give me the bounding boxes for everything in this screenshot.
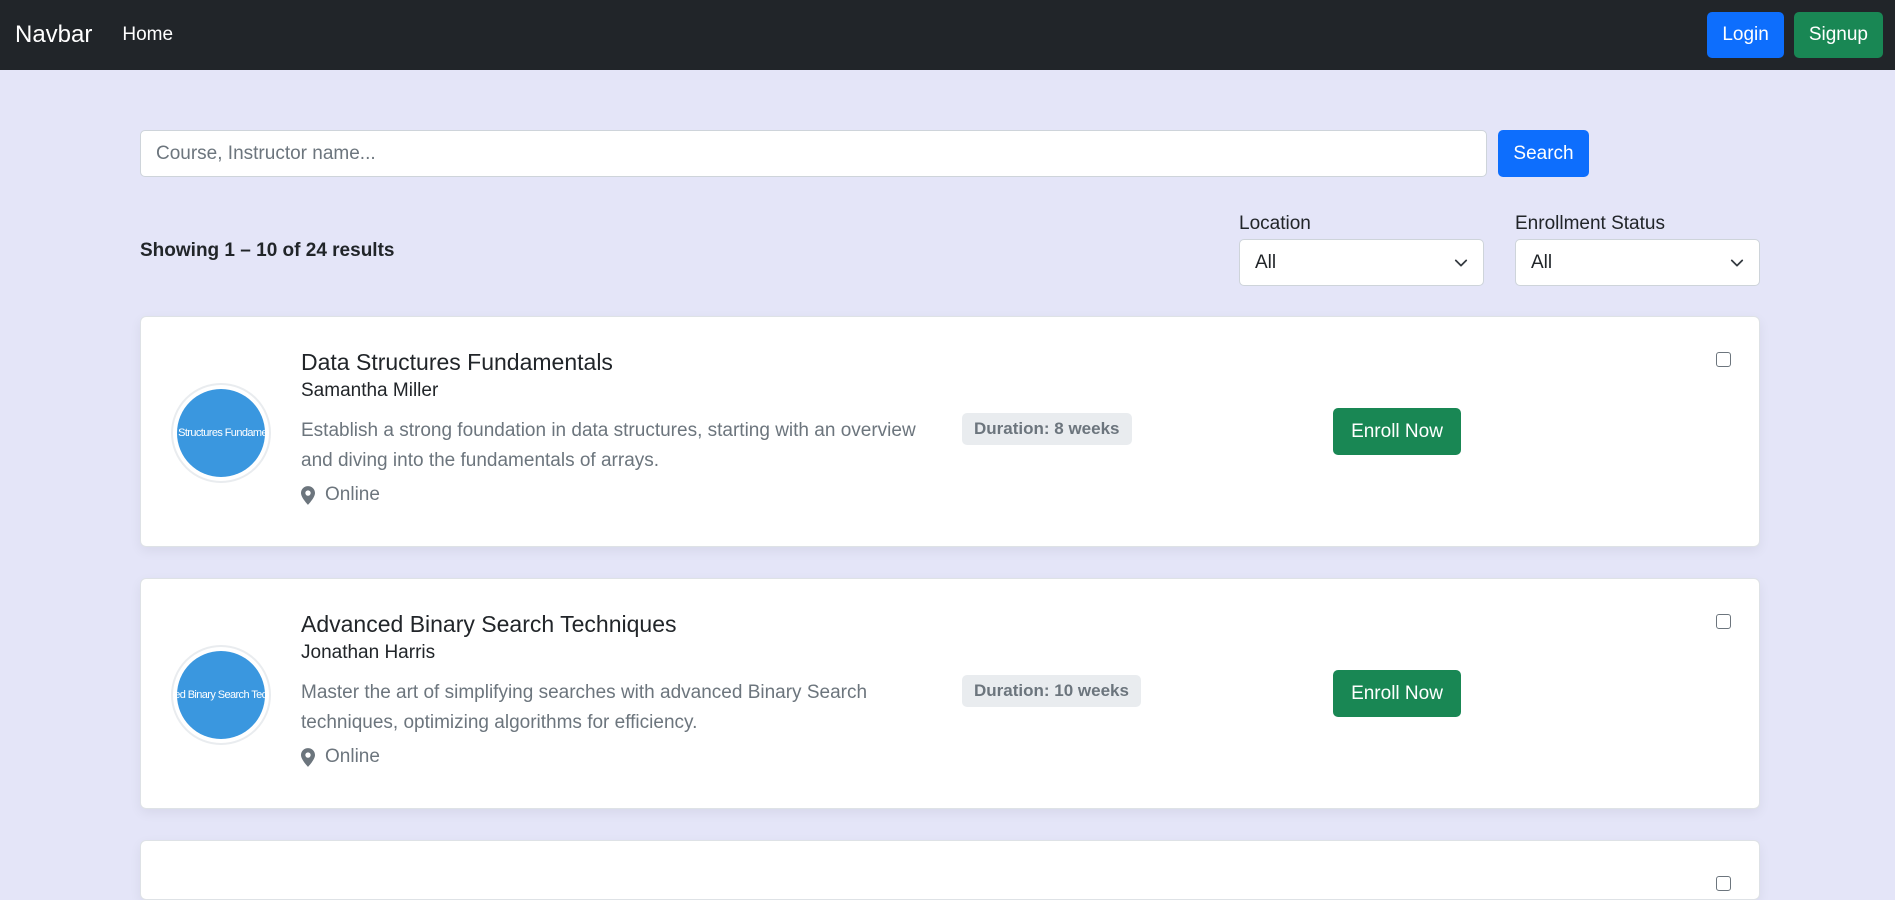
course-avatar-image: Data Structures Fundamentals xyxy=(177,389,265,477)
enrollment-select[interactable]: All xyxy=(1515,239,1760,286)
course-card: Data Structures Fundamentals Data Struct… xyxy=(140,316,1760,547)
course-checkbox[interactable] xyxy=(1716,614,1731,629)
results-summary: Showing 1 – 10 of 24 results xyxy=(140,240,395,261)
search-input[interactable] xyxy=(140,130,1487,177)
enrollment-selected-value: All xyxy=(1531,251,1553,273)
filter-row: Showing 1 – 10 of 24 results Location Al… xyxy=(140,213,1760,286)
course-location-text: Online xyxy=(325,484,380,505)
course-location: Online xyxy=(301,484,921,506)
course-description: Establish a strong foundation in data st… xyxy=(301,420,916,471)
course-card xyxy=(140,840,1760,900)
course-title[interactable]: Data Structures Fundamentals xyxy=(301,349,921,376)
course-info: Data Structures Fundamentals Samantha Mi… xyxy=(301,349,921,506)
signup-button[interactable]: Signup xyxy=(1793,12,1883,58)
location-select[interactable]: All xyxy=(1239,239,1484,286)
location-filter: Location All xyxy=(1239,213,1484,286)
course-instructor: Jonathan Harris xyxy=(301,642,436,663)
navbar-brand[interactable]: Navbar xyxy=(15,21,92,49)
map-pin-icon xyxy=(301,485,315,505)
enroll-button[interactable]: Enroll Now xyxy=(1333,408,1461,455)
navbar: Navbar Home Login Signup xyxy=(0,0,1895,70)
chevron-down-icon xyxy=(1730,259,1744,266)
main-content: Search Showing 1 – 10 of 24 results Loca… xyxy=(140,70,1760,900)
course-avatar: Advanced Binary Search Techniques xyxy=(171,645,271,745)
course-location: Online xyxy=(301,746,921,768)
enrollment-filter: Enrollment Status All xyxy=(1515,213,1760,286)
course-location-text: Online xyxy=(325,746,380,767)
course-description: Master the art of simplifying searches w… xyxy=(301,682,868,733)
course-info: Advanced Binary Search Techniques Jonath… xyxy=(301,611,921,768)
duration-badge: Duration: 10 weeks xyxy=(962,675,1141,707)
filters: Location All Enrollment Status All xyxy=(1239,213,1760,286)
login-button[interactable]: Login xyxy=(1707,12,1784,58)
course-avatar-image: Advanced Binary Search Techniques xyxy=(177,651,265,739)
enroll-button[interactable]: Enroll Now xyxy=(1333,670,1461,717)
location-selected-value: All xyxy=(1255,251,1277,273)
duration-badge: Duration: 8 weeks xyxy=(962,413,1132,445)
course-instructor: Samantha Miller xyxy=(301,380,439,401)
nav-auth-buttons: Login Signup xyxy=(1707,12,1883,58)
course-checkbox[interactable] xyxy=(1716,352,1731,367)
location-label: Location xyxy=(1239,213,1311,234)
course-card: Advanced Binary Search Techniques Advanc… xyxy=(140,578,1760,809)
search-button[interactable]: Search xyxy=(1498,130,1589,177)
course-title[interactable]: Advanced Binary Search Techniques xyxy=(301,611,921,638)
chevron-down-icon xyxy=(1454,259,1468,266)
enrollment-label: Enrollment Status xyxy=(1515,213,1665,234)
course-checkbox[interactable] xyxy=(1716,876,1731,891)
nav-home-link[interactable]: Home xyxy=(122,24,173,46)
course-avatar: Data Structures Fundamentals xyxy=(171,383,271,483)
map-pin-icon xyxy=(301,747,315,767)
search-bar: Search xyxy=(140,130,1760,177)
